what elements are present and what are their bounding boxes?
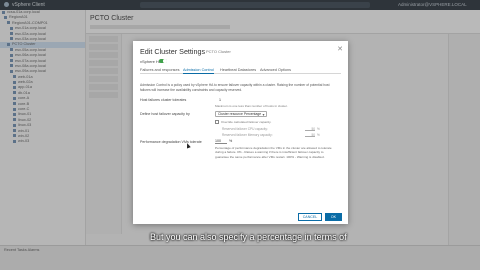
tab-failures-and-responses[interactable]: Failures and responses: [140, 68, 179, 73]
host-failures-input[interactable]: 1: [219, 98, 221, 102]
host-failures-label: Host failures cluster tolerates: [140, 98, 187, 102]
dialog-subtitle: PCTO Cluster: [206, 49, 231, 54]
performance-degradation-unit: %: [229, 139, 233, 143]
reserved-cpu-unit: %: [317, 127, 320, 131]
video-caption: But you can also specify a percentage in…: [150, 232, 347, 242]
vsphere-ha-toggle[interactable]: [159, 58, 167, 63]
reserved-cpu-label: Reserved failover CPU capacity:: [222, 127, 268, 131]
define-capacity-label: Define host failover capacity by: [140, 112, 190, 116]
reserved-memory-label: Reserved failover Memory capacity:: [222, 133, 273, 137]
close-icon[interactable]: ✕: [337, 45, 343, 53]
cancel-button[interactable]: CANCEL: [298, 213, 322, 221]
define-capacity-select[interactable]: Cluster resource Percentage: [215, 111, 267, 117]
dialog-title: Edit Cluster Settings: [140, 47, 206, 56]
tab-advanced-options[interactable]: Advanced Options: [260, 68, 291, 73]
host-failures-hint: Maximum is one less than number of hosts…: [215, 104, 288, 108]
reserved-memory-unit: %: [317, 133, 320, 137]
tab-admission-control[interactable]: Admission Control: [183, 68, 214, 74]
admission-control-description: Admission Control is a policy used by vS…: [140, 83, 330, 92]
override-capacity-checkbox[interactable]: [215, 120, 219, 124]
performance-degradation-input[interactable]: 100: [215, 138, 227, 144]
performance-degradation-description: Percentage of performance degradation th…: [215, 146, 332, 159]
vsphere-client-window: vSphere Client Administrator@VSPHERE.LOC…: [0, 0, 480, 270]
tab-heartbeat-datastores[interactable]: Heartbeat Datastores: [220, 68, 256, 73]
dialog-tabs: Failures and responses Admission Control…: [140, 68, 341, 74]
override-capacity-label: Override calculated failover capacity.: [221, 120, 272, 124]
ok-button[interactable]: OK: [325, 213, 342, 221]
reserved-cpu-input[interactable]: 50: [305, 127, 315, 131]
reserved-memory-input[interactable]: 50: [305, 133, 315, 137]
edit-cluster-settings-dialog: Edit Cluster Settings PCTO Cluster ✕ vSp…: [133, 41, 348, 224]
performance-degradation-label: Performance degradation VMs tolerate: [140, 140, 202, 144]
